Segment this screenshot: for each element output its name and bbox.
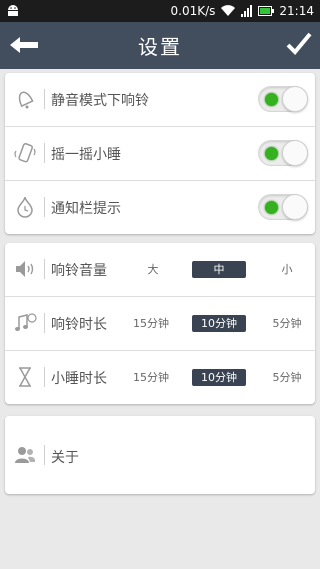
- hourglass-icon: [19, 367, 31, 387]
- ring-duration-option-15[interactable]: 15分钟: [127, 315, 175, 332]
- shake-snooze-row: 摇一摇小睡: [5, 127, 315, 180]
- ring-volume-row: 响铃音量 大 中 小: [5, 243, 315, 296]
- volume-option-loud[interactable]: 大: [135, 261, 171, 278]
- ring-duration-label: 响铃时长: [51, 317, 107, 333]
- toggle-on-indicator: [265, 201, 278, 214]
- ring-duration-option-10[interactable]: 10分钟: [192, 315, 246, 332]
- row-separator: [44, 197, 45, 217]
- snooze-duration-option-5[interactable]: 5分钟: [265, 369, 309, 386]
- silent-mode-ring-row: 静音模式下响铃: [5, 73, 315, 126]
- wifi-icon: [221, 5, 236, 17]
- battery-icon: [258, 6, 275, 16]
- ring-duration-option-5[interactable]: 5分钟: [265, 315, 309, 332]
- clock-drop-icon: [17, 196, 33, 218]
- toggle-settings-card: 静音模式下响铃 摇一摇小睡 通知栏提示: [5, 73, 315, 234]
- row-separator: [44, 313, 45, 333]
- toggle-knob: [282, 140, 308, 166]
- row-separator: [44, 89, 45, 109]
- snooze-duration-row: 小睡时长 15分钟 10分钟 5分钟: [5, 351, 315, 404]
- row-separator: [44, 143, 45, 163]
- row-separator: [44, 445, 45, 465]
- toggle-on-indicator: [265, 93, 278, 106]
- snooze-duration-option-15[interactable]: 15分钟: [127, 369, 175, 386]
- shake-snooze-toggle[interactable]: [258, 140, 308, 166]
- page-title: 设置: [138, 35, 182, 59]
- volume-option-soft[interactable]: 小: [267, 261, 307, 278]
- toggle-on-indicator: [265, 147, 278, 160]
- ring-duration-row: 响铃时长 15分钟 10分钟 5分钟: [5, 297, 315, 350]
- back-arrow-icon[interactable]: [8, 34, 40, 56]
- signal-icon: [241, 5, 253, 17]
- ring-volume-label: 响铃音量: [51, 263, 107, 279]
- silent-mode-ring-label: 静音模式下响铃: [51, 93, 149, 109]
- about-card[interactable]: 关于: [5, 416, 315, 494]
- row-separator: [44, 259, 45, 279]
- users-icon: [15, 447, 36, 463]
- status-bar: 0.01K/s 21:14: [0, 0, 320, 22]
- clock: 21:14: [279, 4, 314, 18]
- snooze-duration-option-10[interactable]: 10分钟: [192, 369, 246, 386]
- about-label: 关于: [51, 450, 79, 466]
- music-note-clock-icon: [15, 313, 37, 331]
- shake-snooze-label: 摇一摇小睡: [51, 147, 121, 163]
- silent-mode-ring-toggle[interactable]: [258, 86, 308, 112]
- notification-bar-toggle[interactable]: [258, 194, 308, 220]
- notification-bar-label: 通知栏提示: [51, 201, 121, 217]
- speaker-icon: [16, 261, 34, 277]
- row-separator: [44, 367, 45, 387]
- bell-icon: [18, 91, 34, 109]
- snooze-duration-label: 小睡时长: [51, 371, 107, 387]
- volume-option-medium[interactable]: 中: [192, 261, 246, 278]
- network-speed: 0.01K/s: [170, 4, 216, 18]
- confirm-check-icon[interactable]: [286, 31, 312, 57]
- toggle-knob: [282, 86, 308, 112]
- title-bar: 设置: [0, 22, 320, 69]
- shake-phone-icon: [14, 142, 36, 163]
- android-icon: [8, 5, 18, 16]
- toggle-knob: [282, 194, 308, 220]
- notification-bar-row: 通知栏提示: [5, 181, 315, 234]
- ring-settings-card: 响铃音量 大 中 小 响铃时长 15分钟 10分钟 5分钟 小睡时长 15分钟 …: [5, 243, 315, 404]
